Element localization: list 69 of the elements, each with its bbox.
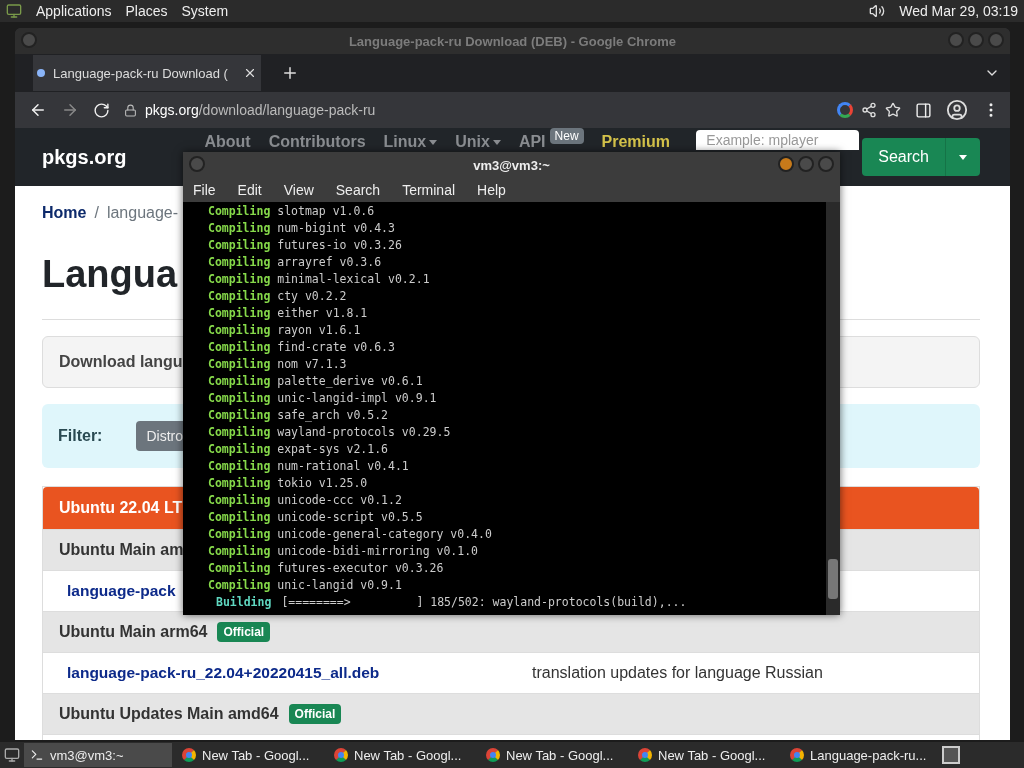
- terminal-line: Compiling num-bigint v0.4.3: [208, 220, 396, 237]
- repo-name: Ubuntu Main arm64: [59, 623, 208, 641]
- breadcrumb-link[interactable]: Home: [42, 204, 87, 224]
- terminal-line: Compiling unicode-ccc v0.1.2: [208, 492, 403, 509]
- nav-link[interactable]: Contributors: [268, 134, 366, 150]
- terminal-line: Compiling cty v0.2.2: [208, 288, 348, 305]
- page-heading: Langua: [42, 253, 178, 297]
- breadcrumb-separator: /: [94, 204, 99, 223]
- terminal-line: Compiling expat-sys v2.1.6: [208, 441, 390, 458]
- terminal-line: Compiling unic-langid-impl v0.9.1: [208, 390, 438, 407]
- official-badge: Official: [217, 622, 271, 642]
- panel-menu[interactable]: System: [181, 3, 229, 19]
- terminal-line: Compiling safe_arch v0.5.2: [208, 407, 390, 424]
- terminal-line: Compiling num-rational v0.4.1: [208, 458, 410, 475]
- nav-link[interactable]: Premium: [601, 134, 671, 150]
- nav-link[interactable]: API: [518, 134, 546, 150]
- terminal-line: Compiling nom v7.1.3: [208, 356, 348, 373]
- terminal-line: Compiling minimal-lexical v0.2.1: [208, 271, 431, 288]
- window-title: Language-pack-ru Download (DEB) - Google Chrome: [348, 33, 677, 49]
- terminal-menu[interactable]: View: [283, 182, 314, 198]
- terminal-line: Compiling unic-langid v0.9.1: [208, 577, 403, 594]
- terminal-line: Compiling arrayref v0.3.6: [208, 254, 383, 271]
- terminal-menu[interactable]: Search: [335, 182, 381, 198]
- terminal-menu[interactable]: Help: [477, 182, 506, 198]
- terminal-line: Compiling unicode-general-category v0.4.0: [208, 526, 493, 543]
- distros-filter-button[interactable]: Distro: [136, 421, 183, 451]
- terminal-menu[interactable]: Edit: [237, 182, 262, 198]
- taskbar-button[interactable]: New Tab - Googl...: [176, 743, 324, 767]
- taskbar-button[interactable]: vm3@vm3:~: [24, 743, 172, 767]
- search-button[interactable]: Search: [862, 138, 945, 176]
- package-description: translation updates for language Russian: [532, 664, 823, 682]
- progress-text: ] 185/502: wayland-protocols(build),...: [416, 594, 687, 611]
- terminal-line: Compiling either v1.8.1: [208, 305, 369, 322]
- taskbar-button[interactable]: New Tab - Googl...: [632, 743, 780, 767]
- new-badge: New: [549, 128, 584, 144]
- repo-name: Ubuntu Main am: [59, 541, 184, 559]
- terminal-menu[interactable]: Terminal: [402, 182, 456, 198]
- nav-link[interactable]: About: [204, 134, 251, 150]
- terminal-line: Compiling slotmap v1.0.6: [208, 203, 376, 220]
- breadcrumb-current: language-: [106, 204, 179, 223]
- filter-label: Filter:: [58, 427, 103, 445]
- terminal-title: vm3@vm3:~: [473, 157, 550, 173]
- site-logo[interactable]: pkgs.org: [42, 145, 127, 169]
- package-link[interactable]: language-pack: [67, 582, 176, 600]
- progress-bar-text: [========>: [281, 594, 352, 611]
- terminal-line: Compiling futures-executor v0.3.26: [208, 560, 445, 577]
- taskbar-button[interactable]: Language-pack-ru...: [784, 743, 932, 767]
- terminal-line: Compiling unicode-script v0.5.5: [208, 509, 424, 526]
- repo-name: Ubuntu Updates Main amd64: [59, 705, 279, 723]
- terminal-line: Compiling find-crate v0.6.3: [208, 339, 396, 356]
- package-link[interactable]: language-pack-ru_22.04+20220415_all.deb: [67, 664, 380, 682]
- taskbar-button[interactable]: New Tab - Googl...: [328, 743, 476, 767]
- address-bar[interactable]: pkgs.org/download/language-pack-ru: [145, 102, 376, 118]
- terminal-line: Compiling unicode-bidi-mirroring v0.1.0: [208, 543, 480, 560]
- nav-link[interactable]: Unix: [455, 134, 501, 150]
- search-field[interactable]: Example: mplayer: [696, 130, 860, 150]
- terminal-line: Compiling futures-io v0.3.26: [208, 237, 403, 254]
- taskbar-button[interactable]: New Tab - Googl...: [480, 743, 628, 767]
- panel-menu[interactable]: Applications: [36, 3, 112, 19]
- terminal-line: Compiling rayon v1.6.1: [208, 322, 362, 339]
- terminal-line: Compiling wayland-protocols v0.29.5: [208, 424, 452, 441]
- terminal-line: Compiling palette_derive v0.6.1: [208, 373, 424, 390]
- official-badge: Official: [288, 704, 342, 724]
- browser-tab[interactable]: Language-pack-ru Download (: [33, 55, 261, 91]
- status-verb: Building: [216, 594, 272, 611]
- nav-link[interactable]: Linux: [383, 134, 438, 150]
- panel-menu[interactable]: Places: [125, 3, 168, 19]
- terminal-menu[interactable]: File: [193, 182, 216, 198]
- clock[interactable]: Wed Mar 29, 03:19: [899, 3, 1018, 19]
